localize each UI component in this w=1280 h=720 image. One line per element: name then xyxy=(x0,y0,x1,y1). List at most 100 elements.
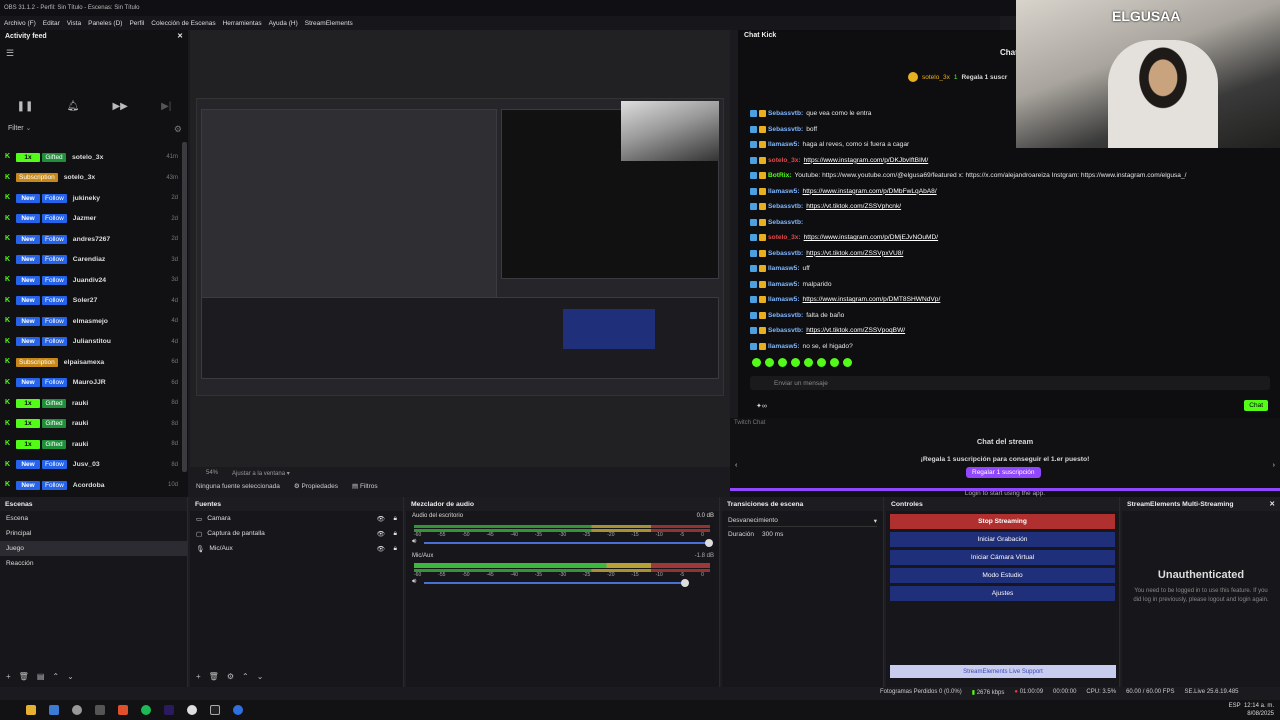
volume-slider[interactable] xyxy=(424,579,689,587)
menu-item[interactable]: Ayuda (H) xyxy=(269,20,298,27)
menu-item[interactable]: StreamElements xyxy=(305,20,353,27)
source-item[interactable]: ▢ Captura de pantalla 👁︎ 🔒︎ xyxy=(190,526,403,541)
settings-icon[interactable]: ⚙ xyxy=(174,124,182,135)
chat-link[interactable]: https://www.instagram.com/p/DKJbvIftBIM/ xyxy=(804,157,929,164)
capcut-icon[interactable] xyxy=(210,705,220,715)
scene-item[interactable]: Juego xyxy=(0,541,187,556)
transition-select[interactable]: Desvanecimiento ▾ xyxy=(728,515,877,527)
filters-button[interactable]: ▤ Filtros xyxy=(352,482,378,490)
chat-link[interactable]: https://www.instagram.com/p/DMjEJvNOuMD/ xyxy=(804,234,938,241)
clock-time[interactable]: 12:14 a. m. xyxy=(1244,703,1274,709)
menu-item[interactable]: Vista xyxy=(67,20,81,27)
activity-row[interactable]: K New Follow Soler27 4d xyxy=(0,291,182,312)
activity-row[interactable]: K New Follow MauroJJR 6d xyxy=(0,373,182,394)
obs-icon[interactable] xyxy=(187,705,197,715)
activity-row[interactable]: K Subscription sotelo_3x 43m xyxy=(0,168,182,189)
emote-icon[interactable] xyxy=(843,358,852,367)
activity-row[interactable]: K New Follow Juandiv24 3d xyxy=(0,270,182,291)
control-button[interactable]: Iniciar Cámara Virtual xyxy=(890,550,1115,565)
menu-item[interactable]: Herramientas xyxy=(223,20,262,27)
calendar-icon[interactable] xyxy=(49,705,59,715)
activity-row[interactable]: K 1x Gifted sotelo_3x 41m xyxy=(0,147,182,168)
hamburger-menu-icon[interactable]: ☰ xyxy=(6,48,14,59)
volume-slider[interactable] xyxy=(424,539,713,547)
activity-row[interactable]: K Subscription elpaisamexa 6d xyxy=(0,352,182,373)
scene-item[interactable]: Principal xyxy=(0,526,187,541)
skip-icon[interactable]: ▶▶ xyxy=(112,101,127,112)
close-icon[interactable]: ✕ xyxy=(177,32,183,40)
pause-icon[interactable]: ❚❚ xyxy=(17,101,34,112)
down-icon[interactable]: ⌄ xyxy=(257,672,264,681)
emote-bar[interactable] xyxy=(752,358,852,367)
activity-row[interactable]: K New Follow elmasmejo 4d xyxy=(0,311,182,332)
lock-icon[interactable]: 🔒︎ xyxy=(393,515,397,523)
activity-row[interactable]: K 1x Gifted rauki 8d xyxy=(0,434,182,455)
chat-link[interactable]: https://www.instagram.com/p/DMT8SHWNdVp/ xyxy=(803,296,941,303)
down-icon[interactable]: ⌄ xyxy=(67,672,74,681)
control-button[interactable]: Modo Estudio xyxy=(890,568,1115,583)
control-button[interactable]: Ajustes xyxy=(890,586,1115,601)
add-icon[interactable]: + xyxy=(6,672,11,681)
chat-username[interactable]: llamasw5: xyxy=(768,296,800,303)
source-item[interactable]: 🎙︎ Mic/Aux 👁︎ 🔒︎ xyxy=(190,541,403,556)
pinned-gift[interactable]: sotelo_3x 1 Regala 1 suscr xyxy=(908,72,1007,82)
chat-username[interactable]: sotelo_3x: xyxy=(768,234,801,241)
scene-item[interactable]: Escena xyxy=(0,511,187,526)
chat-username[interactable]: Sebassvtb: xyxy=(768,312,803,319)
menu-item[interactable]: Archivo (F) xyxy=(4,20,36,27)
properties-button[interactable]: ⚙ Propiedades xyxy=(294,482,338,490)
scene-item[interactable]: Reacción xyxy=(0,556,187,571)
chat-username[interactable]: sotelo_3x: xyxy=(768,157,801,164)
lock-icon[interactable]: 🔒︎ xyxy=(393,530,397,538)
chat-username[interactable]: llamasw5: xyxy=(768,188,800,195)
speaker-icon[interactable]: 🔊︎ xyxy=(412,578,416,586)
volume-handle[interactable] xyxy=(705,539,713,547)
visibility-icon[interactable]: 👁︎ xyxy=(377,545,385,553)
activity-row[interactable]: K New Follow Julianstitou 4d xyxy=(0,332,182,353)
xbox-icon[interactable] xyxy=(72,705,82,715)
activity-row[interactable]: K 1x Gifted rauki 8d xyxy=(0,393,182,414)
chat-username[interactable]: llamasw5: xyxy=(768,141,800,148)
emote-icon[interactable] xyxy=(778,358,787,367)
chat-link[interactable]: https://vt.tiktok.com/ZSSVpxVU8/ xyxy=(806,250,903,257)
activity-row[interactable]: K New Follow Jusv_03 8d xyxy=(0,455,182,476)
chat-username[interactable]: Sebassvtb: xyxy=(768,203,803,210)
fit-window-select[interactable]: Ajustar a la ventana ▾ xyxy=(232,470,290,477)
chat-username[interactable]: BotRix: xyxy=(768,172,791,179)
trash-icon[interactable]: 🗑︎ xyxy=(19,672,29,681)
chat-username[interactable]: llamasw5: xyxy=(768,281,800,288)
chat-username[interactable]: llamasw5: xyxy=(768,343,800,350)
clock-date[interactable]: 8/08/2025 xyxy=(1247,711,1274,717)
lock-icon[interactable]: 🔒︎ xyxy=(393,545,397,553)
file-explorer-icon[interactable] xyxy=(26,705,36,715)
activity-row[interactable]: K New Follow Jazmer 2d xyxy=(0,209,182,230)
gear-icon[interactable]: ⚙ xyxy=(227,672,234,681)
menu-item[interactable]: Paneles (D) xyxy=(88,20,122,27)
scrollbar[interactable] xyxy=(182,142,187,472)
emote-icon[interactable] xyxy=(752,358,761,367)
browser-icon[interactable] xyxy=(233,705,243,715)
trash-icon[interactable]: 🗑︎ xyxy=(209,672,219,681)
activity-row[interactable]: K New Follow Acordoba 10d xyxy=(0,475,182,496)
menu-item[interactable]: Editar xyxy=(43,20,60,27)
visibility-icon[interactable]: 👁︎ xyxy=(377,515,385,523)
up-icon[interactable]: ⌃ xyxy=(242,672,249,681)
chat-username[interactable]: Sebassvtb: xyxy=(768,327,803,334)
emote-icon[interactable] xyxy=(830,358,839,367)
spotify-icon[interactable] xyxy=(141,705,151,715)
skip-end-icon[interactable]: ▶| xyxy=(161,101,171,112)
close-icon[interactable]: ✕ xyxy=(1269,500,1275,508)
emote-icon[interactable] xyxy=(765,358,774,367)
menu-item[interactable]: Perfil xyxy=(129,20,144,27)
add-icon[interactable]: + xyxy=(196,672,201,681)
emote-icon[interactable] xyxy=(804,358,813,367)
emoji-icon[interactable]: ✦∞ xyxy=(756,402,767,410)
visibility-icon[interactable]: 👁︎ xyxy=(377,530,385,538)
chat-username[interactable]: Sebassvtb: xyxy=(768,250,803,257)
emote-icon[interactable] xyxy=(817,358,826,367)
control-button[interactable]: Stop Streaming xyxy=(890,514,1115,529)
chat-send-button[interactable]: Chat xyxy=(1244,400,1268,411)
chat-username[interactable]: Sebassvtb: xyxy=(768,110,803,117)
duration-input[interactable]: 300 ms xyxy=(762,531,783,538)
terminal-icon[interactable] xyxy=(95,705,105,715)
